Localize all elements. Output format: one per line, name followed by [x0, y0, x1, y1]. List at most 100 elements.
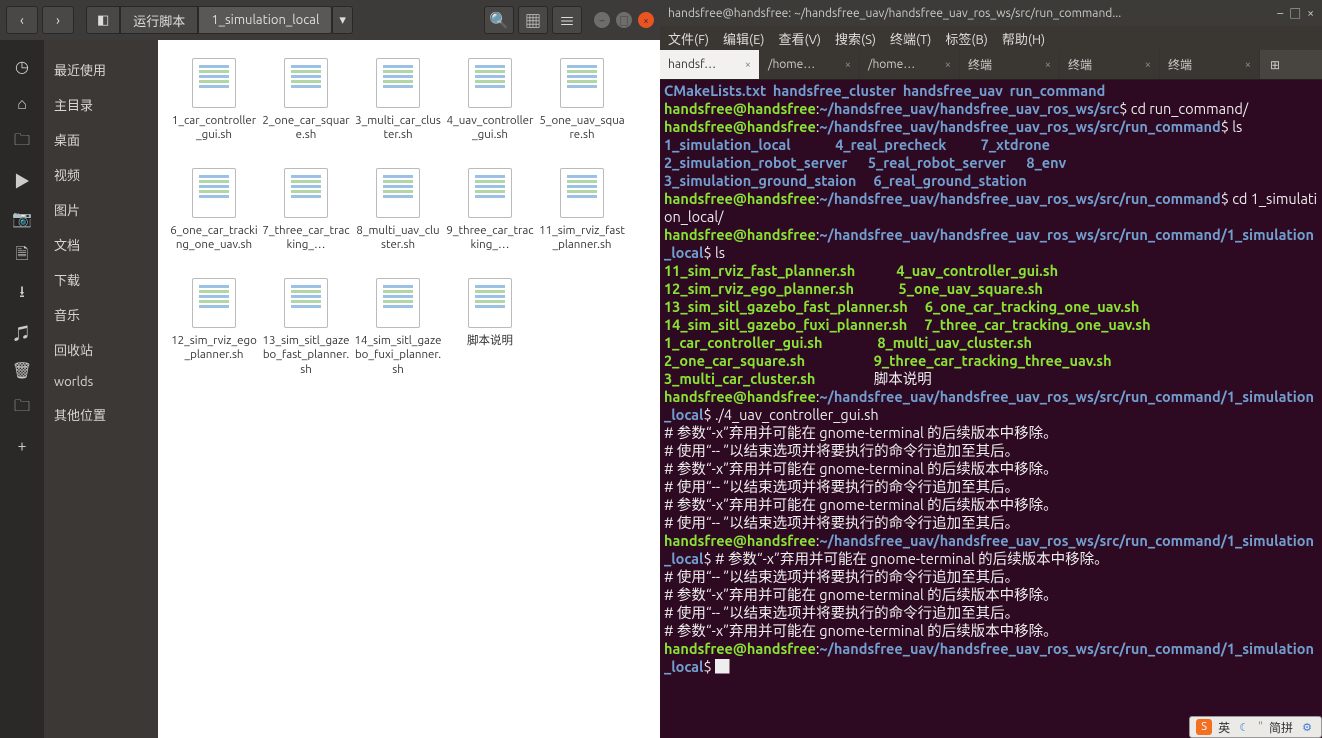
tab-close-icon[interactable]: ×	[1145, 59, 1151, 71]
file-icon	[560, 168, 604, 218]
ime-indicator-bar[interactable]: S 英 ☾ " 简拼 ⚙	[1189, 716, 1322, 738]
forward-button[interactable]: ›	[42, 6, 74, 34]
terminal-maximize-button[interactable]: □	[1289, 5, 1301, 22]
place-item-0[interactable]: 最近使用	[44, 52, 158, 87]
window-close-button[interactable]: ×	[638, 12, 654, 28]
terminal-menu-1[interactable]: 编辑(E)	[723, 29, 764, 48]
terminal-titlebar: handsfree@handsfree: ~/handsfree_uav/han…	[660, 0, 1322, 26]
file-item[interactable]: 9_three_car_tracking_…	[444, 164, 536, 274]
terminal-menu-6[interactable]: 帮助(H)	[1002, 29, 1045, 48]
terminal-menubar: 文件(F) 编辑(E) 查看(V) 搜索(S) 终端(T) 标签(B) 帮助(H)	[660, 26, 1322, 50]
file-label: 脚本说明	[467, 334, 513, 348]
file-item[interactable]: 14_sim_sitl_gazebo_fuxi_planner.sh	[352, 274, 444, 384]
breadcrumb-item-1[interactable]: 1_simulation_local	[198, 6, 332, 34]
file-item[interactable]: 12_sim_rviz_ego_planner.sh	[168, 274, 260, 384]
trash-icon[interactable]: 🗑	[12, 360, 32, 380]
pictures-icon[interactable]: 📷	[12, 208, 32, 228]
tab-close-icon[interactable]: ×	[845, 59, 851, 71]
file-label: 12_sim_rviz_ego_planner.sh	[170, 334, 258, 363]
terminal-tab-3[interactable]: 终端×	[960, 50, 1060, 79]
file-grid[interactable]: 1_car_controller_gui.sh2_one_car_square.…	[158, 40, 660, 738]
ime-settings-icon: ⚙	[1299, 719, 1315, 735]
terminal-menu-2[interactable]: 查看(V)	[779, 29, 821, 48]
downloads-icon[interactable]: ⭳	[12, 284, 32, 304]
terminal-menu-3[interactable]: 搜索(S)	[835, 29, 876, 48]
file-item[interactable]: 6_one_car_tracking_one_uav.sh	[168, 164, 260, 274]
place-item-2[interactable]: 桌面	[44, 122, 158, 157]
file-label: 3_multi_car_cluster.sh	[354, 114, 442, 143]
tab-close-icon[interactable]: ×	[1245, 59, 1251, 71]
file-icon	[468, 168, 512, 218]
terminal-title: handsfree@handsfree: ~/handsfree_uav/han…	[668, 7, 1271, 20]
file-label: 13_sim_sitl_gazebo_fast_planner.sh	[262, 334, 350, 377]
terminal-tab-2[interactable]: /home…×	[860, 50, 960, 79]
terminal-minimize-button[interactable]: –	[1277, 7, 1283, 20]
file-item[interactable]: 3_multi_car_cluster.sh	[352, 54, 444, 164]
file-icon	[284, 278, 328, 328]
file-label: 1_car_controller_gui.sh	[170, 114, 258, 143]
place-item-10[interactable]: 其他位置	[44, 397, 158, 432]
documents-icon[interactable]: 🗎	[12, 246, 32, 266]
file-item[interactable]: 1_car_controller_gui.sh	[168, 54, 260, 164]
window-minimize-button[interactable]: –	[594, 12, 610, 28]
terminal-menu-5[interactable]: 标签(B)	[945, 29, 987, 48]
terminal-close-button[interactable]: ×	[1307, 7, 1314, 20]
desktop-icon[interactable]: 🗀	[12, 132, 32, 152]
file-item[interactable]: 4_uav_controller_gui.sh	[444, 54, 536, 164]
place-item-9[interactable]: worlds	[44, 367, 158, 397]
file-icon	[468, 58, 512, 108]
terminal-new-tab-button[interactable]: ⊞	[1260, 50, 1290, 79]
terminal-tab-4[interactable]: 终端×	[1060, 50, 1160, 79]
breadcrumb-item-0[interactable]: 运行脚本	[120, 6, 198, 34]
file-label: 9_three_car_tracking_…	[446, 224, 534, 253]
breadcrumb-home-icon[interactable]: ◧	[86, 6, 120, 34]
file-label: 2_one_car_square.sh	[262, 114, 350, 143]
hamburger-icon: ≡	[559, 8, 575, 32]
place-item-1[interactable]: 主目录	[44, 87, 158, 122]
recent-icon[interactable]: ◷	[12, 56, 32, 76]
terminal-tab-5[interactable]: 终端×	[1160, 50, 1260, 79]
terminal-menu-4[interactable]: 终端(T)	[890, 29, 931, 48]
terminal-menu-0[interactable]: 文件(F)	[668, 29, 709, 48]
search-icon: 🔍	[489, 11, 509, 30]
tab-close-icon[interactable]: ×	[1045, 59, 1051, 71]
tab-close-icon[interactable]: ×	[745, 59, 751, 71]
file-label: 4_uav_controller_gui.sh	[446, 114, 534, 143]
place-item-8[interactable]: 回收站	[44, 332, 158, 367]
place-item-3[interactable]: 视频	[44, 157, 158, 192]
terminal-tabbar: handsf…×/home…×/home…×终端×终端×终端×⊞	[660, 50, 1322, 80]
terminal-tab-1[interactable]: /home…×	[760, 50, 860, 79]
file-item[interactable]: 2_one_car_square.sh	[260, 54, 352, 164]
terminal-output[interactable]: CMakeLists.txt handsfree_cluster handsfr…	[660, 80, 1322, 738]
place-item-4[interactable]: 图片	[44, 192, 158, 227]
file-item[interactable]: 8_multi_uav_cluster.sh	[352, 164, 444, 274]
file-manager-window: ‹ › ◧ 运行脚本 1_simulation_local ▾ 🔍 ▦ ≡ – …	[0, 0, 660, 738]
tab-close-icon[interactable]: ×	[945, 59, 951, 71]
window-controls: – □ ×	[594, 12, 654, 28]
place-item-5[interactable]: 文档	[44, 227, 158, 262]
file-item[interactable]: 13_sim_sitl_gazebo_fast_planner.sh	[260, 274, 352, 384]
place-item-6[interactable]: 下载	[44, 262, 158, 297]
search-button[interactable]: 🔍	[484, 6, 514, 34]
breadcrumb-dropdown[interactable]: ▾	[332, 6, 353, 34]
places-sidebar: 最近使用主目录桌面视频图片文档下载音乐回收站worlds其他位置	[44, 40, 158, 738]
home-icon[interactable]: ⌂	[12, 94, 32, 114]
file-label: 7_three_car_tracking_…	[262, 224, 350, 253]
menu-button[interactable]: ≡	[552, 6, 582, 34]
view-grid-button[interactable]: ▦	[518, 6, 548, 34]
file-item[interactable]: 11_sim_rviz_fast_planner.sh	[536, 164, 628, 274]
window-maximize-button[interactable]: □	[616, 12, 632, 28]
file-manager-header: ‹ › ◧ 运行脚本 1_simulation_local ▾ 🔍 ▦ ≡ – …	[0, 0, 660, 40]
file-item[interactable]: 5_one_uav_square.sh	[536, 54, 628, 164]
terminal-tab-0[interactable]: handsf…×	[660, 50, 760, 79]
music-icon[interactable]: ♫	[12, 322, 32, 342]
folder-icon[interactable]: 🗀	[12, 398, 32, 418]
place-item-7[interactable]: 音乐	[44, 297, 158, 332]
file-icon	[376, 58, 420, 108]
file-item[interactable]: 7_three_car_tracking_…	[260, 164, 352, 274]
file-item[interactable]: 脚本说明	[444, 274, 536, 384]
file-icon	[192, 168, 236, 218]
other-plus-icon[interactable]: +	[12, 436, 32, 456]
back-button[interactable]: ‹	[6, 6, 38, 34]
videos-icon[interactable]: ▶	[12, 170, 32, 190]
